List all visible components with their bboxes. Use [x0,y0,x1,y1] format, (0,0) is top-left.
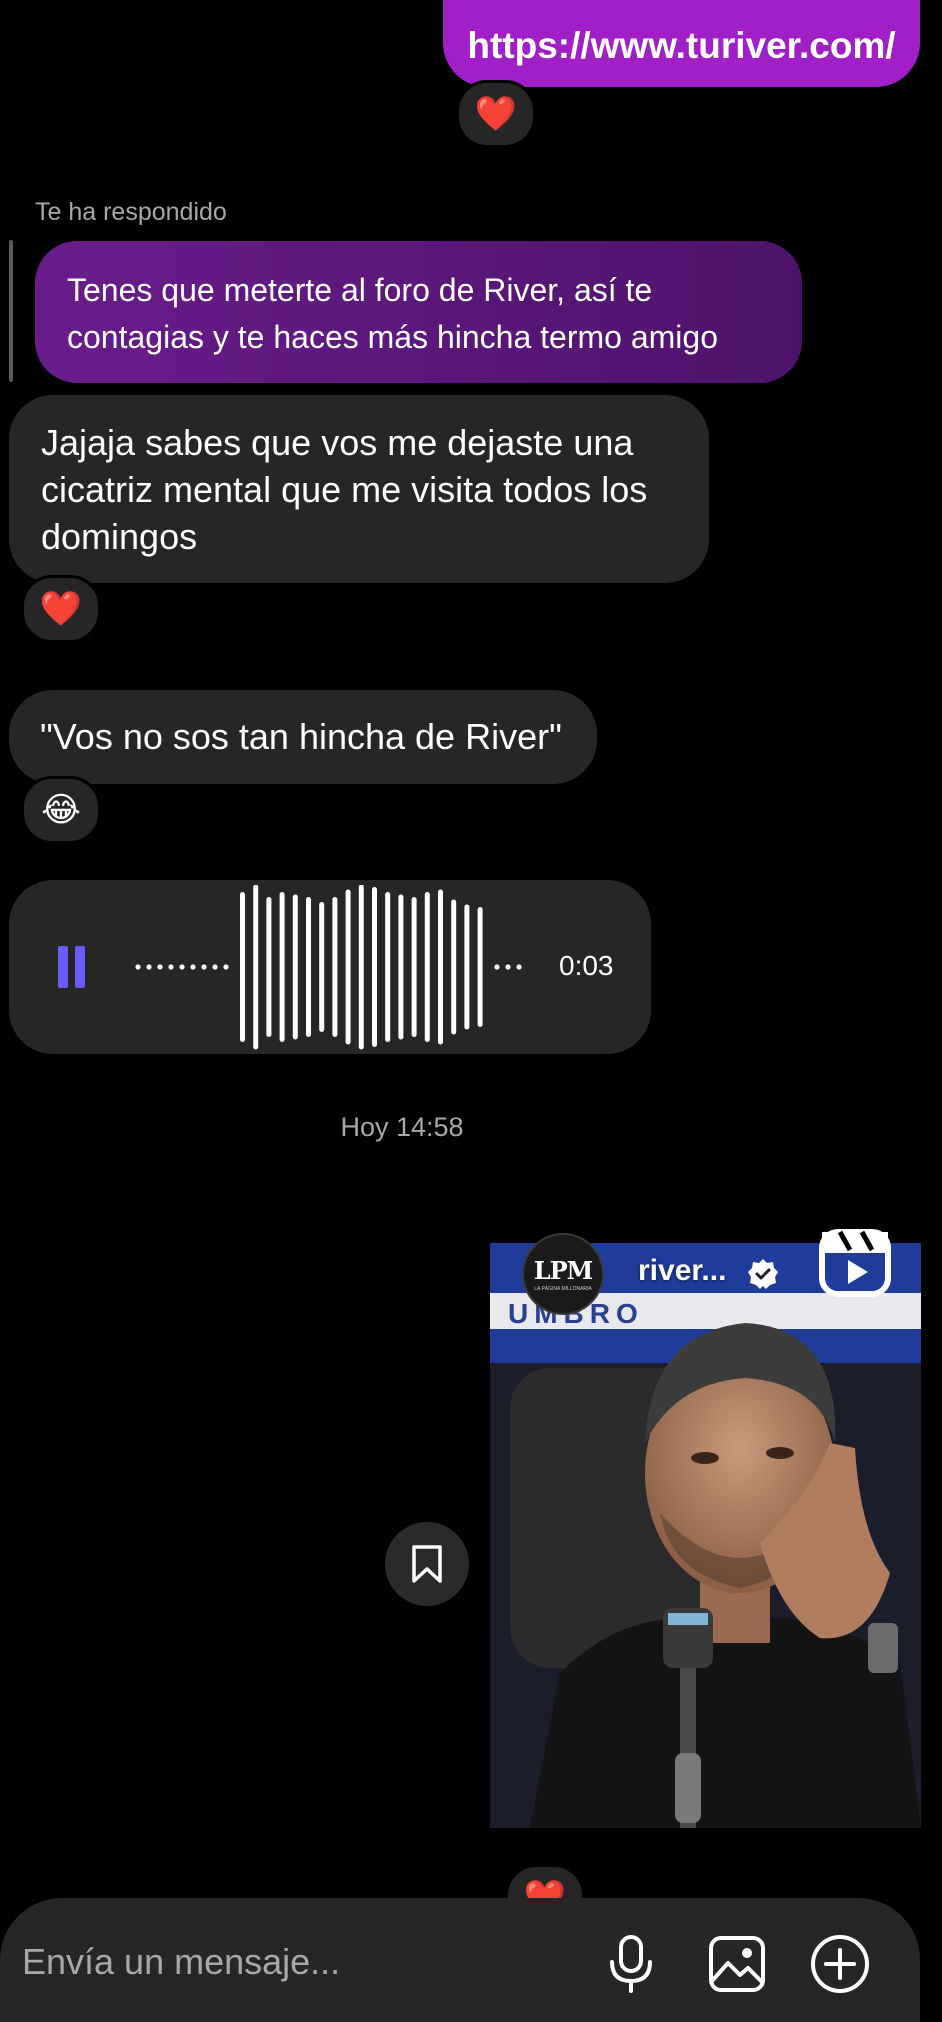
waveform-bar [306,897,311,1037]
waveform-bar [332,897,338,1037]
microphone-icon [610,1935,652,1993]
waveform-bar [438,889,443,1045]
waveform-dot [505,964,511,970]
received-message-bubble[interactable]: "Vos no sos tan hincha de River" [9,690,597,784]
waveform-dot [212,964,218,970]
waveform-bar [398,894,404,1040]
heart-icon: ❤️ [474,95,518,133]
avatar-logo-subtext: LA PÁGINA MILLONARIA [534,1286,592,1292]
replied-message-bubble[interactable]: Tenes que meterte al foro de River, así … [35,241,802,383]
verified-badge-icon [748,1259,778,1289]
conversation-timestamp: Hoy 14:58 [340,1112,464,1142]
reaction-heart[interactable]: ❤️ [456,80,536,148]
audio-waveform[interactable] [134,885,534,1050]
plus-circle-icon [811,1935,869,1993]
waveform-dot [168,964,174,970]
received-message-bubble[interactable]: Jajaja sabes que vos me dejaste una cica… [9,395,709,583]
waveform-dot [223,964,229,970]
save-reel-button[interactable] [385,1522,469,1606]
replied-message-text: Tenes que meterte al foro de River, así … [67,272,718,355]
waveform-dot [201,964,207,970]
reel-thumbnail: UMBRO [490,1243,921,1828]
image-icon [709,1936,765,1992]
reel-author-avatar[interactable]: LPM LA PÁGINA MILLONARIA [522,1233,604,1315]
reaction-laugh[interactable]: 😂 [21,776,101,844]
reply-label: Te ha respondido [35,198,227,226]
avatar-logo-text: LPM [533,1256,593,1285]
message-text: Jajaja sabes que vos me dejaste una cica… [41,422,648,557]
waveform-bar [411,897,417,1037]
shared-reel[interactable]: UMBRO [490,1243,921,1828]
pause-icon[interactable] [58,946,85,988]
waveform-dot [494,964,500,970]
message-input[interactable] [20,1933,584,1991]
heart-icon: ❤️ [39,590,83,628]
waveform-dot [157,964,163,970]
voice-record-button[interactable] [598,1931,664,1997]
reel-username[interactable]: river... [638,1254,726,1288]
waveform-bar [385,892,391,1042]
reaction-heart[interactable]: ❤️ [21,575,101,643]
waveform-bar [266,897,272,1037]
waveform-bar [240,892,245,1042]
sent-link-bubble[interactable]: https://www.turiver.com/ [443,0,920,87]
reels-icon [819,1229,891,1297]
waveform-bar [372,887,377,1047]
reply-indicator-line [9,240,13,382]
waveform-bar [451,899,457,1035]
waveform-bar [279,892,285,1042]
waveform-bar [424,892,430,1042]
laughing-emoji-icon: 😂 [41,791,81,829]
voice-duration: 0:03 [559,950,614,981]
waveform-dot [516,964,522,970]
waveform-bar [253,885,259,1050]
waveform-bar [358,885,364,1050]
waveform-bar [464,904,470,1030]
message-text: "Vos no sos tan hincha de River" [40,716,562,757]
waveform-dot [146,964,152,970]
waveform-bar [292,894,298,1040]
gallery-button[interactable] [704,1931,770,1997]
sent-link-text[interactable]: https://www.turiver.com/ [467,25,895,67]
waveform-dot [190,964,196,970]
waveform-bar [319,902,325,1032]
waveform-bar [477,907,483,1027]
waveform-dot [179,964,185,970]
waveform-bar [345,889,351,1045]
add-attachment-button[interactable] [807,1931,873,1997]
waveform-dot [135,964,141,970]
bookmark-icon [412,1545,442,1583]
